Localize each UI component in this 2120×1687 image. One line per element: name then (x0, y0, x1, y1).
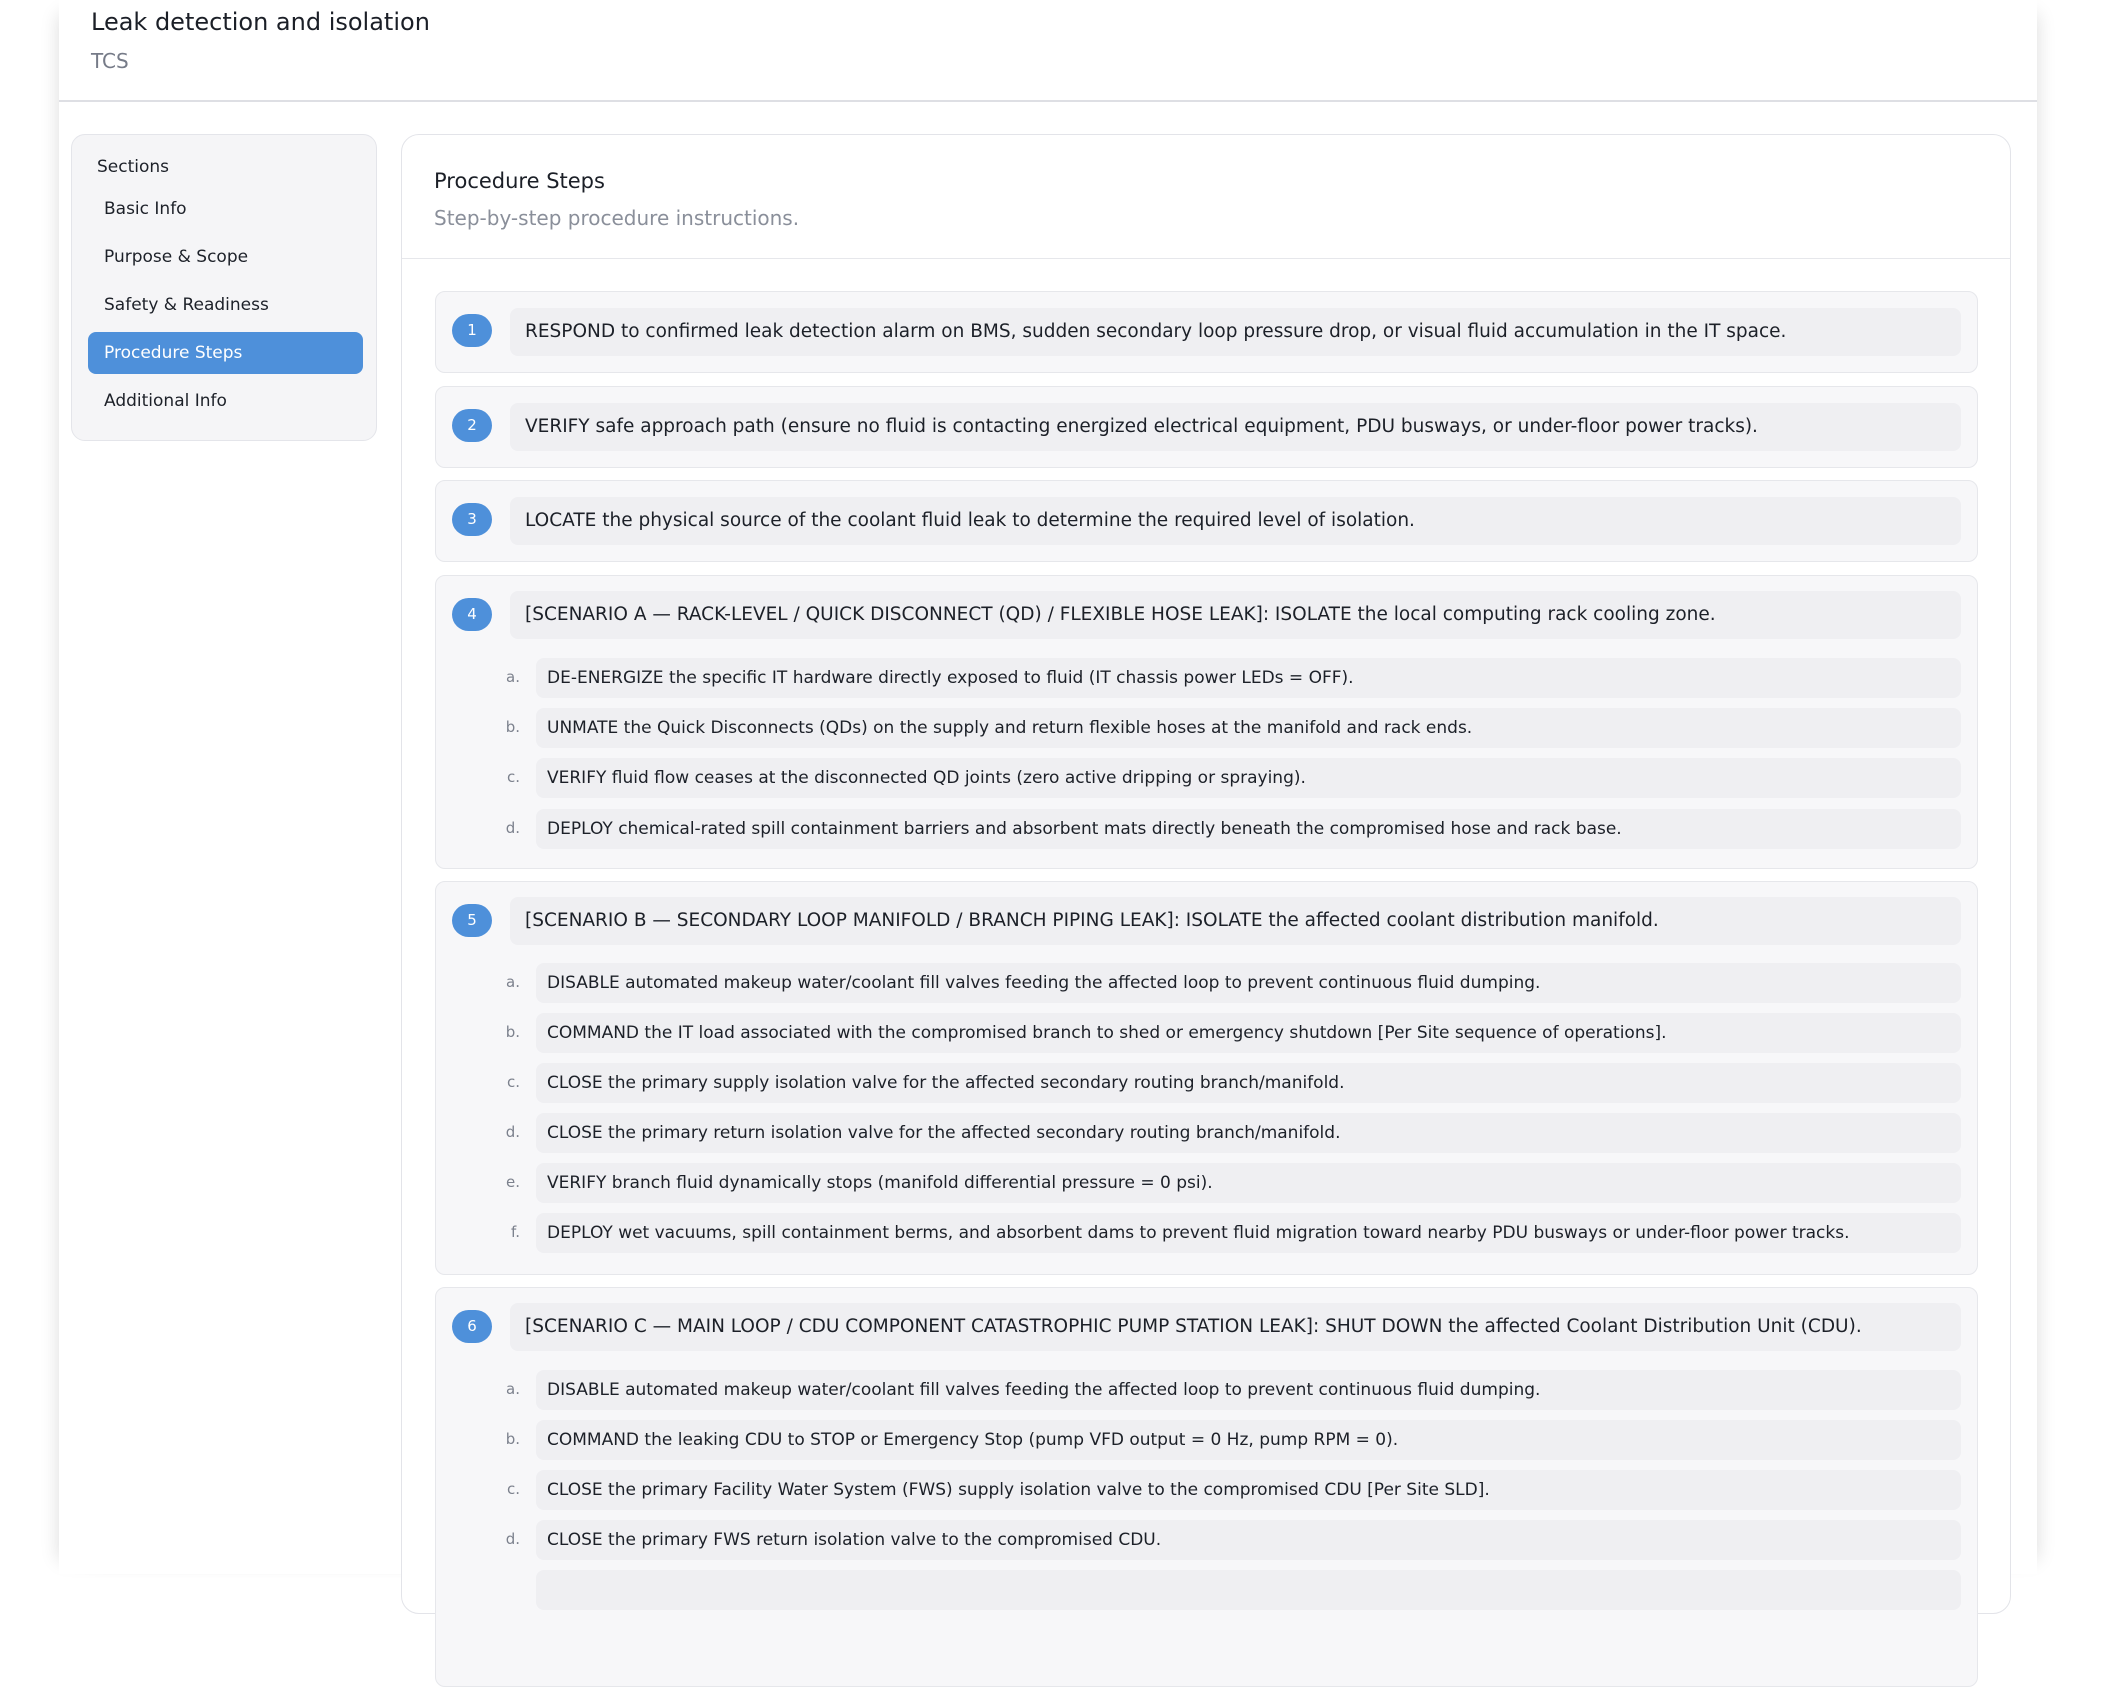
step-number-badge: 2 (452, 409, 492, 442)
procedure-step: 4 [SCENARIO A — RACK-LEVEL / QUICK DISCO… (435, 575, 1978, 869)
substep-letter: d. (505, 819, 520, 837)
step-text[interactable]: [SCENARIO B — SECONDARY LOOP MANIFOLD / … (510, 897, 1961, 945)
substep-text[interactable]: DE-ENERGIZE the specific IT hardware dir… (536, 658, 1961, 698)
substep-letter: b. (505, 1023, 520, 1041)
substep-letter: a. (506, 1380, 520, 1398)
substep-letter: e. (506, 1173, 520, 1191)
substep-letter: d. (505, 1530, 520, 1548)
substep-text[interactable]: CLOSE the primary FWS return isolation v… (536, 1520, 1961, 1560)
substep-text[interactable]: CLOSE the primary Facility Water System … (536, 1470, 1961, 1510)
step-text[interactable]: LOCATE the physical source of the coolan… (510, 497, 1961, 545)
substep-letter: b. (505, 1430, 520, 1448)
substep-text[interactable]: DEPLOY wet vacuums, spill containment be… (536, 1213, 1961, 1253)
substep-text[interactable]: DISABLE automated makeup water/coolant f… (536, 1370, 1961, 1410)
step-text[interactable]: VERIFY safe approach path (ensure no flu… (510, 403, 1961, 451)
substep-text[interactable]: DEPLOY chemical-rated spill containment … (536, 809, 1961, 849)
step-number-badge: 3 (452, 503, 492, 536)
step-text[interactable]: RESPOND to confirmed leak detection alar… (510, 308, 1961, 356)
substep-text[interactable]: CLOSE the primary return isolation valve… (536, 1113, 1961, 1153)
substep-letter: f. (511, 1223, 520, 1241)
procedure-step: 2 VERIFY safe approach path (ensure no f… (435, 386, 1978, 468)
substep-letter: a. (506, 973, 520, 991)
procedure-step: 3 LOCATE the physical source of the cool… (435, 480, 1978, 562)
substep-text[interactable]: DISABLE automated makeup water/coolant f… (536, 963, 1961, 1003)
step-number-badge: 6 (452, 1310, 492, 1343)
page-header: Leak detection and isolation TCS (59, 0, 2037, 102)
sidebar-title: Sections (97, 157, 170, 177)
step-number-badge: 5 (452, 904, 492, 937)
procedure-step: 6 [SCENARIO C — MAIN LOOP / CDU COMPONEN… (435, 1287, 1978, 1687)
substep-text[interactable]: COMMAND the leaking CDU to STOP or Emerg… (536, 1420, 1961, 1460)
substep-letter: d. (505, 1123, 520, 1141)
substep-letter: c. (506, 1480, 520, 1498)
substep-text[interactable]: UNMATE the Quick Disconnects (QDs) on th… (536, 708, 1961, 748)
page-title: Leak detection and isolation (91, 8, 430, 36)
card-subtitle: Step-by-step procedure instructions. (434, 206, 800, 230)
substep-letter: b. (505, 718, 520, 736)
card-header: Procedure Steps Step-by-step procedure i… (402, 135, 2010, 259)
page-subtitle: TCS (91, 49, 129, 73)
sidebar-item-purpose-scope[interactable]: Purpose & Scope (88, 236, 363, 278)
sections-sidebar: Sections Basic Info Purpose & Scope Safe… (71, 134, 377, 441)
procedure-step: 1 RESPOND to confirmed leak detection al… (435, 291, 1978, 373)
substep-text[interactable]: VERIFY fluid flow ceases at the disconne… (536, 758, 1961, 798)
step-number-badge: 4 (452, 598, 492, 631)
step-text[interactable]: [SCENARIO A — RACK-LEVEL / QUICK DISCONN… (510, 591, 1961, 639)
card-title: Procedure Steps (434, 169, 605, 193)
procedure-step: 5 [SCENARIO B — SECONDARY LOOP MANIFOLD … (435, 881, 1978, 1275)
procedure-page: Leak detection and isolation TCS Section… (59, 0, 2037, 1687)
substep-text-partial[interactable] (536, 1570, 1961, 1610)
step-text[interactable]: [SCENARIO C — MAIN LOOP / CDU COMPONENT … (510, 1303, 1961, 1351)
sidebar-item-additional-info[interactable]: Additional Info (88, 380, 363, 422)
sidebar-item-safety-readiness[interactable]: Safety & Readiness (88, 284, 363, 326)
substep-text[interactable]: VERIFY branch fluid dynamically stops (m… (536, 1163, 1961, 1203)
sidebar-item-procedure-steps[interactable]: Procedure Steps (88, 332, 363, 374)
substep-text[interactable]: CLOSE the primary supply isolation valve… (536, 1063, 1961, 1103)
substep-letter: c. (506, 768, 520, 786)
substep-letter: a. (506, 668, 520, 686)
step-number-badge: 1 (452, 314, 492, 347)
substep-text[interactable]: COMMAND the IT load associated with the … (536, 1013, 1961, 1053)
sidebar-item-basic-info[interactable]: Basic Info (88, 188, 363, 230)
substep-letter: c. (506, 1073, 520, 1091)
procedure-steps-card: Procedure Steps Step-by-step procedure i… (401, 134, 2011, 1687)
